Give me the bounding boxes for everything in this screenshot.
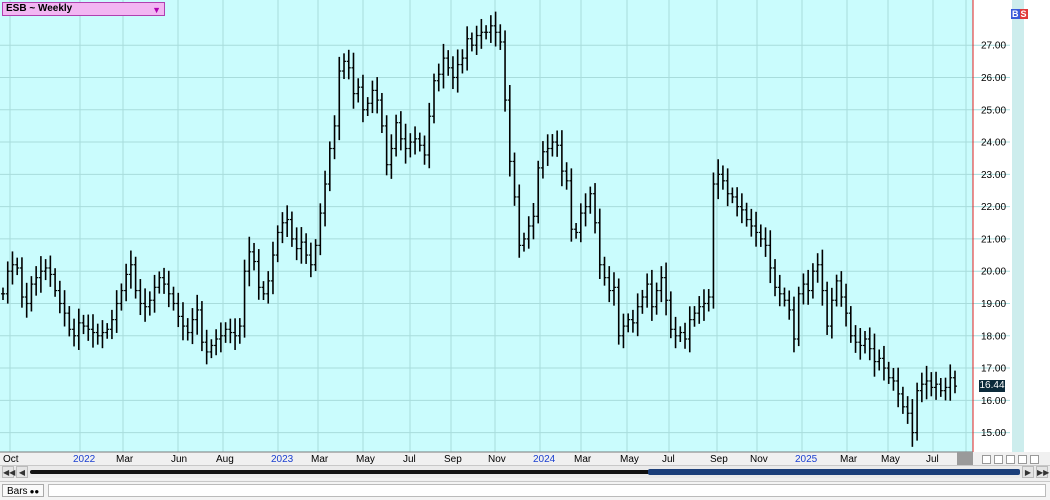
x-tick-label: Nov (750, 454, 768, 465)
y-tick-label: 23.00 (981, 170, 1006, 181)
x-tick-label: May (881, 454, 900, 465)
last-price-label: 16.44 (979, 380, 1005, 392)
buy-sell-icon[interactable]: BS (1011, 9, 1028, 19)
chevron-down-icon[interactable]: ▼ (152, 4, 161, 16)
x-tick-label: Mar (311, 454, 329, 465)
y-tick-label: 20.00 (981, 267, 1006, 278)
x-tick-label: Jul (926, 454, 939, 465)
y-tick-label: 22.00 (981, 202, 1006, 213)
status-bar: Bars ●● (0, 481, 1050, 500)
symbol-title-text: ESB ~ Weekly (6, 3, 73, 14)
plot-area (0, 0, 973, 452)
price-chart[interactable]: 27.00 26.00 25.00 24.00 23.00 22.00 21.00 20.00… (0, 0, 1050, 465)
y-tick-label: 21.00 (981, 234, 1006, 245)
x-tick-label: Jul (403, 454, 416, 465)
x-tick-label: Nov (488, 454, 506, 465)
x-tick-label: 2022 (73, 454, 96, 465)
y-tick-label: 27.00 (981, 41, 1006, 52)
y-tick-label: 17.00 (981, 364, 1006, 375)
tool-button-4[interactable] (1018, 455, 1027, 464)
right-margin-strip (1012, 0, 1024, 452)
dots-icon: ●● (29, 487, 40, 496)
x-tick-label: Jul (662, 454, 675, 465)
time-axis-labels: Oct 2022 Mar Jun Aug 2023 Mar May Jul Sep Nov 2024 M… (3, 454, 972, 465)
x-tick-label: Sep (710, 454, 728, 465)
bars-tab-label: Bars (7, 486, 28, 497)
x-tick-label: Oct (3, 454, 19, 465)
tool-button-1[interactable] (982, 455, 991, 464)
x-tick-label: Mar (116, 454, 134, 465)
scroll-left-icon[interactable]: ◀ (16, 466, 28, 478)
scroll-end-icon[interactable]: ▶▶ (1036, 466, 1049, 478)
y-tick-label: 15.00 (981, 428, 1006, 439)
x-tick-label: 2023 (271, 454, 294, 465)
x-tick-label: 2025 (795, 454, 818, 465)
symbol-title[interactable]: ESB ~ Weekly ▼ (2, 2, 165, 16)
x-tick-label: May (356, 454, 375, 465)
y-tick-label: 18.00 (981, 331, 1006, 342)
tool-button-3[interactable] (1006, 455, 1015, 464)
y-tick-label: 25.00 (981, 105, 1006, 116)
x-tick-label: Aug (216, 454, 234, 465)
x-tick-label: Jun (171, 454, 187, 465)
x-tick-label: 2024 (533, 454, 556, 465)
x-tick-label: Mar (840, 454, 858, 465)
horizontal-scrollbar[interactable]: ◀◀ ◀ ▶ ▶▶ (0, 465, 1050, 478)
y-tick-label: 26.00 (981, 73, 1006, 84)
x-tick-label: May (620, 454, 639, 465)
x-tick-label: Mar (574, 454, 592, 465)
y-tick-label: 19.00 (981, 299, 1006, 310)
scroll-right-icon[interactable]: ▶ (1022, 466, 1034, 478)
tool-button-2[interactable] (994, 455, 1003, 464)
y-tick-label: 16.00 (981, 396, 1006, 407)
scroll-start-icon[interactable]: ◀◀ (2, 466, 15, 478)
x-tick-label: Sep (444, 454, 462, 465)
bars-tab[interactable]: Bars ●● (2, 484, 44, 497)
status-field (48, 484, 1046, 497)
scroll-thumb[interactable] (648, 469, 1020, 475)
time-axis-end-marker (957, 452, 973, 465)
tool-button-5[interactable] (1030, 455, 1039, 464)
y-tick-label: 24.00 (981, 138, 1006, 149)
